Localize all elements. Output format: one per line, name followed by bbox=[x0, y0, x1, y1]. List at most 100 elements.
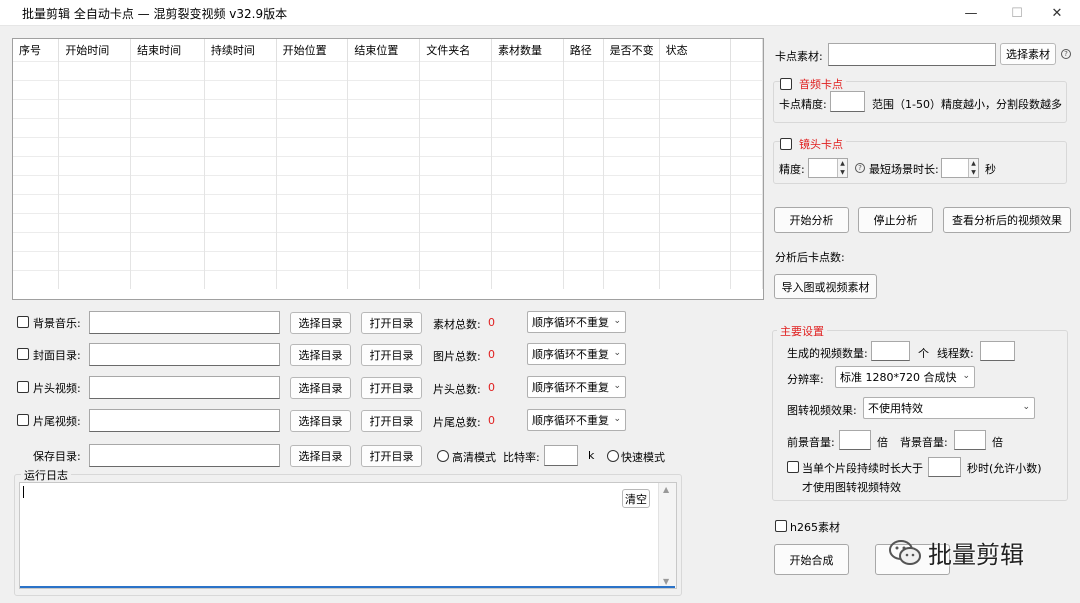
scroll-down-icon[interactable]: ▼ bbox=[663, 577, 669, 586]
outro-open-button[interactable]: 打开目录 bbox=[361, 410, 422, 432]
beat-material-label: 卡点素材: bbox=[775, 50, 823, 63]
save-select-button[interactable]: 选择目录 bbox=[290, 445, 351, 467]
resolution-select[interactable]: 标准 1280*720 合成快 ⌄ bbox=[835, 366, 975, 388]
cover-open-button[interactable]: 打开目录 bbox=[361, 344, 422, 366]
duration-threshold-input[interactable] bbox=[928, 457, 961, 477]
intro-checkbox[interactable] bbox=[17, 381, 29, 396]
threads-input[interactable] bbox=[980, 341, 1015, 361]
spin-down-icon[interactable]: ▼ bbox=[837, 168, 847, 177]
fast-mode-radio[interactable] bbox=[607, 450, 619, 465]
grid-col-index[interactable]: 序号 bbox=[13, 39, 60, 61]
cover-select-button[interactable]: 选择目录 bbox=[290, 344, 351, 366]
fg-volume-unit: 倍 bbox=[877, 436, 888, 449]
start-analyze-button[interactable]: 开始分析 bbox=[774, 207, 849, 233]
spin-down-icon[interactable]: ▼ bbox=[968, 168, 978, 177]
cover-mode-select[interactable]: 顺序循环不重复 ⌄ bbox=[527, 343, 626, 365]
spin-up-icon[interactable]: ▲ bbox=[837, 159, 847, 168]
watermark: 批量剪辑 bbox=[888, 535, 1024, 570]
bitrate-input[interactable] bbox=[544, 445, 578, 466]
h265-label: h265素材 bbox=[790, 521, 840, 534]
help-icon[interactable]: ? bbox=[1061, 49, 1071, 59]
bgm-open-button[interactable]: 打开目录 bbox=[361, 312, 422, 334]
table-row[interactable] bbox=[13, 117, 763, 137]
save-label: 保存目录: bbox=[33, 450, 81, 463]
outro-select-button[interactable]: 选择目录 bbox=[290, 410, 351, 432]
intro-open-button[interactable]: 打开目录 bbox=[361, 377, 422, 399]
minimize-button[interactable]: — bbox=[948, 0, 994, 26]
import-material-button[interactable]: 导入图或视频素材 bbox=[774, 274, 877, 299]
table-row[interactable] bbox=[13, 136, 763, 156]
bgm-count-value: 0 bbox=[488, 316, 495, 329]
table-row[interactable] bbox=[13, 60, 763, 80]
scroll-up-icon[interactable]: ▲ bbox=[663, 485, 669, 494]
condition-label-2: 秒时(允许小数) bbox=[967, 462, 1042, 475]
segment-grid[interactable]: 序号 开始时间 结束时间 持续时间 开始位置 结束位置 文件夹名 素材数量 路径… bbox=[12, 38, 764, 300]
bitrate-unit: k bbox=[588, 449, 595, 462]
outro-path-input[interactable] bbox=[89, 409, 280, 432]
table-row[interactable] bbox=[13, 231, 763, 251]
fg-volume-input[interactable] bbox=[839, 430, 871, 450]
grid-col-path[interactable]: 路径 bbox=[563, 39, 604, 61]
grid-col-start-time[interactable]: 开始时间 bbox=[58, 39, 132, 61]
view-result-button[interactable]: 查看分析后的视频效果 bbox=[943, 207, 1071, 233]
bgm-select-button[interactable]: 选择目录 bbox=[290, 312, 351, 334]
intro-mode-select[interactable]: 顺序循环不重复 ⌄ bbox=[527, 376, 626, 398]
chevron-down-icon: ⌄ bbox=[1022, 402, 1030, 412]
table-row[interactable] bbox=[13, 79, 763, 99]
grid-col-start-pos[interactable]: 开始位置 bbox=[276, 39, 349, 61]
grid-col-folder[interactable]: 文件夹名 bbox=[419, 39, 492, 61]
grid-col-status[interactable]: 状态 bbox=[659, 39, 732, 61]
shot-beat-title: 镜头卡点 bbox=[799, 138, 843, 151]
bgm-checkbox[interactable] bbox=[17, 316, 29, 331]
help-icon[interactable]: ? bbox=[855, 163, 865, 173]
chevron-down-icon: ⌄ bbox=[613, 381, 621, 391]
bg-volume-input[interactable] bbox=[954, 430, 986, 450]
img-effect-select[interactable]: 不使用特效 ⌄ bbox=[863, 397, 1035, 419]
grid-col-duration[interactable]: 持续时间 bbox=[204, 39, 277, 61]
table-row[interactable] bbox=[13, 212, 763, 232]
intro-path-input[interactable] bbox=[89, 376, 280, 399]
grid-col-end-time[interactable]: 结束时间 bbox=[130, 39, 205, 61]
intro-select-button[interactable]: 选择目录 bbox=[290, 377, 351, 399]
precision-input[interactable] bbox=[830, 91, 865, 112]
min-scene-spinner[interactable]: ▲ ▼ bbox=[941, 158, 979, 178]
log-textarea[interactable]: 清空 ▲ ▼ bbox=[19, 482, 677, 589]
bgm-path-input[interactable] bbox=[89, 311, 280, 334]
bgm-mode-select[interactable]: 顺序循环不重复 ⌄ bbox=[527, 311, 626, 333]
clear-log-button[interactable]: 清空 bbox=[622, 489, 650, 508]
grid-col-material-count[interactable]: 素材数量 bbox=[491, 39, 564, 61]
window-title: 批量剪辑 全自动卡点 — 混剪裂变视频 v32.9版本 bbox=[22, 7, 288, 21]
table-row[interactable] bbox=[13, 193, 763, 213]
audio-beat-checkbox[interactable]: 音频卡点 bbox=[780, 76, 846, 92]
close-button[interactable]: ✕ bbox=[1034, 0, 1080, 26]
spin-up-icon[interactable]: ▲ bbox=[968, 159, 978, 168]
cover-checkbox[interactable] bbox=[17, 348, 29, 363]
shot-precision-spinner[interactable]: ▲ ▼ bbox=[808, 158, 848, 178]
grid-col-fixed[interactable]: 是否不变 bbox=[603, 39, 660, 61]
table-row[interactable] bbox=[13, 98, 763, 118]
beat-material-input[interactable] bbox=[828, 43, 996, 66]
bitrate-label: 比特率: bbox=[503, 451, 540, 464]
h265-checkbox[interactable] bbox=[775, 520, 787, 535]
choose-material-button[interactable]: 选择素材 bbox=[1000, 43, 1056, 65]
duration-condition-checkbox[interactable] bbox=[787, 461, 799, 476]
table-row[interactable] bbox=[13, 269, 763, 289]
table-row[interactable] bbox=[13, 250, 763, 270]
chevron-down-icon: ⌄ bbox=[613, 316, 621, 326]
log-title: 运行日志 bbox=[21, 467, 71, 483]
cover-path-input[interactable] bbox=[89, 343, 280, 366]
table-row[interactable] bbox=[13, 174, 763, 194]
log-scrollbar[interactable]: ▲ ▼ bbox=[658, 483, 676, 588]
grid-col-end-pos[interactable]: 结束位置 bbox=[347, 39, 421, 61]
video-count-input[interactable] bbox=[871, 341, 910, 361]
hd-mode-radio[interactable] bbox=[437, 450, 449, 465]
save-path-input[interactable] bbox=[89, 444, 280, 467]
table-row[interactable] bbox=[13, 155, 763, 175]
outro-checkbox[interactable] bbox=[17, 414, 29, 429]
shot-beat-checkbox[interactable]: 镜头卡点 bbox=[780, 136, 846, 152]
outro-mode-select[interactable]: 顺序循环不重复 ⌄ bbox=[527, 409, 626, 431]
stop-analyze-button[interactable]: 停止分析 bbox=[858, 207, 933, 233]
shot-precision-label: 精度: bbox=[779, 163, 805, 176]
save-open-button[interactable]: 打开目录 bbox=[361, 445, 422, 467]
start-compose-button[interactable]: 开始合成 bbox=[774, 544, 849, 575]
